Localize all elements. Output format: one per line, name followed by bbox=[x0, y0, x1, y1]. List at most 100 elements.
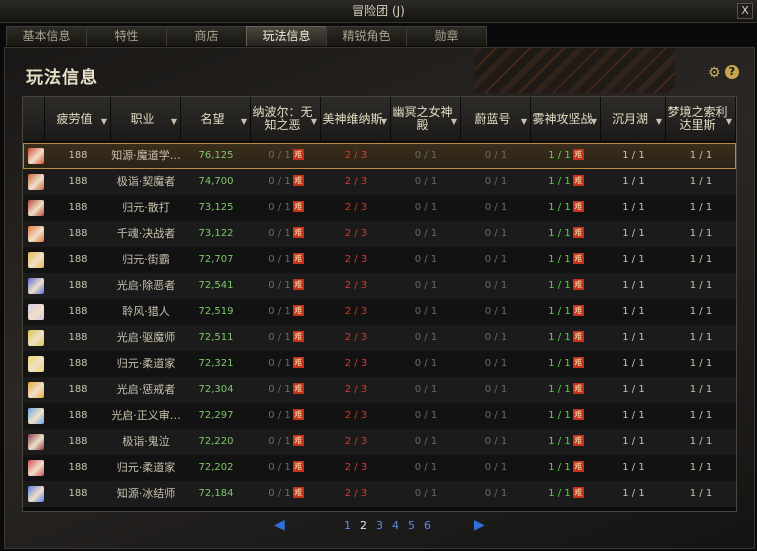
column-header-3[interactable]: 名望 ▼ bbox=[181, 97, 251, 141]
cell-fatigue-value: 188 bbox=[68, 410, 88, 421]
sort-arrow-icon[interactable]: ▼ bbox=[101, 115, 107, 128]
cell-dream-value: 1 / 1 bbox=[689, 358, 713, 369]
cell-venus-value: 2 / 3 bbox=[344, 228, 368, 239]
column-header-8[interactable]: 雾神攻坚战 ▼ bbox=[531, 97, 601, 141]
sort-arrow-icon[interactable]: ▼ bbox=[381, 115, 387, 128]
difficulty-badge-icon: 难 bbox=[572, 148, 584, 160]
cell-fame: 72,519 bbox=[181, 299, 251, 325]
table-row[interactable]: 188 知源·魔道学… 76,125 0 / 1难2 / 30 / 10 / 11 /… bbox=[23, 143, 736, 169]
tab-0[interactable]: 基本信息 bbox=[6, 26, 87, 46]
page-1-link[interactable]: 1 bbox=[344, 519, 351, 532]
cell-fatigue-value: 188 bbox=[68, 332, 88, 343]
window-title: 冒险团 (J) bbox=[352, 4, 405, 18]
cell-moonlake-value: 1 / 1 bbox=[622, 176, 645, 187]
cell-fatigue: 188 bbox=[45, 247, 111, 273]
column-header-4[interactable]: 纳波尔：无知之恶 ▼ bbox=[251, 97, 321, 141]
cell-fame: 73,122 bbox=[181, 221, 251, 247]
table-row[interactable]: 188 千魂·决战者 73,122 0 / 1难2 / 30 / 10 / 11 / … bbox=[23, 221, 736, 247]
help-icon[interactable]: ? bbox=[725, 65, 739, 79]
cell-naboer-value: 0 / 1 bbox=[268, 150, 291, 161]
cell-moonlake-value: 1 / 1 bbox=[622, 254, 645, 265]
tab-4[interactable]: 精锐角色 bbox=[326, 26, 407, 46]
cell-mist: 1 / 1难 bbox=[531, 221, 601, 247]
table-row[interactable]: 188 归元·散打 73,125 0 / 1难2 / 30 / 10 / 11 / 1… bbox=[23, 195, 736, 221]
cell-job-value: 归元·街霸 bbox=[122, 253, 170, 266]
gear-icon[interactable]: ⚙ bbox=[708, 66, 722, 80]
cell-venus-value: 2 / 3 bbox=[344, 436, 368, 447]
page-4-link[interactable]: 4 bbox=[392, 519, 399, 532]
sort-arrow-icon[interactable]: ▼ bbox=[521, 115, 527, 128]
cell-fame-value: 73,122 bbox=[198, 228, 234, 239]
cell-azure-value: 0 / 1 bbox=[484, 410, 508, 421]
cell-hades: 0 / 1 bbox=[391, 169, 461, 195]
page-2-link[interactable]: 2 bbox=[360, 519, 367, 532]
tab-1[interactable]: 特性 bbox=[86, 26, 167, 46]
table-row[interactable]: 188 归元·街霸 72,707 0 / 1难2 / 30 / 10 / 11 / 1… bbox=[23, 247, 736, 273]
difficulty-badge-icon: 难 bbox=[572, 382, 584, 394]
sort-arrow-icon[interactable]: ▼ bbox=[726, 115, 732, 128]
column-header-2[interactable]: 职业 ▼ bbox=[111, 97, 181, 141]
page-6-link[interactable]: 6 bbox=[424, 519, 431, 532]
cell-fatigue: 188 bbox=[45, 429, 111, 455]
column-header-6[interactable]: 幽冥之女神殿 ▼ bbox=[391, 97, 461, 141]
character-avatar-icon bbox=[28, 356, 44, 372]
table-row[interactable]: 188 聆风·猎人 72,519 0 / 1难2 / 30 / 10 / 11 / 1… bbox=[23, 299, 736, 325]
cell-azure: 0 / 1 bbox=[461, 299, 531, 325]
cell-dream: 1 / 1 bbox=[666, 377, 736, 403]
table-row[interactable]: 188 归元·柔道家 72,321 0 / 1难2 / 30 / 10 / 11 / … bbox=[23, 351, 736, 377]
cell-moonlake: 1 / 1 bbox=[601, 247, 666, 273]
difficulty-badge-icon: 难 bbox=[292, 382, 304, 394]
page-5-link[interactable]: 5 bbox=[408, 519, 415, 532]
cell-mist-value: 1 / 1 bbox=[548, 176, 571, 187]
column-header-9[interactable]: 沉月湖 ▼ bbox=[601, 97, 666, 141]
page-3-link[interactable]: 3 bbox=[376, 519, 383, 532]
table-row[interactable]: 188 极诣·鬼泣 72,220 0 / 1难2 / 30 / 10 / 11 / 1… bbox=[23, 429, 736, 455]
cell-job: 归元·街霸 bbox=[111, 247, 181, 273]
sort-arrow-icon[interactable]: ▼ bbox=[451, 115, 457, 128]
column-header-5[interactable]: 美神维纳斯 ▼ bbox=[321, 97, 391, 141]
difficulty-badge-icon: 难 bbox=[572, 278, 584, 290]
cell-mist-value: 1 / 1 bbox=[548, 384, 571, 395]
table-row[interactable]: 188 光启·除恶者 72,541 0 / 1难2 / 30 / 10 / 11 / … bbox=[23, 273, 736, 299]
close-button[interactable]: X bbox=[737, 3, 753, 19]
cell-moonlake-value: 1 / 1 bbox=[622, 332, 645, 343]
sort-arrow-icon[interactable]: ▼ bbox=[171, 115, 177, 128]
cell-venus: 2 / 3 bbox=[321, 351, 391, 377]
table-row[interactable]: 188 光启·驱魔师 72,511 0 / 1难2 / 30 / 10 / 11 / … bbox=[23, 325, 736, 351]
tab-5[interactable]: 勋章 bbox=[406, 26, 487, 46]
cell-mist: 1 / 1难 bbox=[531, 143, 601, 169]
cell-venus: 2 / 3 bbox=[321, 273, 391, 299]
sort-arrow-icon[interactable]: ▼ bbox=[591, 115, 597, 128]
column-header-1[interactable]: 疲劳值 ▼ bbox=[45, 97, 111, 141]
table-row[interactable]: 188 归元·柔道家 72,202 0 / 1难2 / 30 / 10 / 11 / … bbox=[23, 455, 736, 481]
cell-job-value: 聆风·猎人 bbox=[122, 305, 170, 318]
cell-venus-value: 2 / 3 bbox=[344, 202, 368, 213]
cell-mist-value: 1 / 1 bbox=[548, 254, 571, 265]
next-page-button[interactable]: ▶ bbox=[474, 518, 485, 532]
cell-fame: 72,321 bbox=[181, 351, 251, 377]
difficulty-badge-icon: 难 bbox=[292, 486, 304, 498]
difficulty-badge-icon: 难 bbox=[292, 460, 304, 472]
prev-page-button[interactable]: ◀ bbox=[274, 518, 285, 532]
cell-naboer: 0 / 1难 bbox=[251, 351, 321, 377]
table-row[interactable]: 188 知源·冰结师 72,184 0 / 1难2 / 30 / 10 / 11 / … bbox=[23, 481, 736, 507]
table-row[interactable]: 188 极诣·契魔者 74,700 0 / 1难2 / 30 / 10 / 11 / … bbox=[23, 169, 736, 195]
sort-arrow-icon[interactable]: ▼ bbox=[656, 115, 662, 128]
sort-arrow-icon[interactable]: ▼ bbox=[311, 115, 317, 128]
column-header-10[interactable]: 梦境之索利达里斯 ▼ bbox=[666, 97, 736, 141]
table-row[interactable]: 188 光启·正义审… 72,297 0 / 1难2 / 30 / 10 / 11 /… bbox=[23, 403, 736, 429]
cell-mist-value: 1 / 1 bbox=[548, 150, 571, 161]
tab-2[interactable]: 商店 bbox=[166, 26, 247, 46]
cell-venus-value: 2 / 3 bbox=[344, 358, 368, 369]
sort-arrow-icon[interactable]: ▼ bbox=[241, 115, 247, 128]
difficulty-badge-icon: 难 bbox=[572, 226, 584, 238]
character-avatar-icon bbox=[28, 330, 44, 346]
cell-dream: 1 / 1 bbox=[666, 143, 736, 169]
cell-job: 光启·除恶者 bbox=[111, 273, 181, 299]
column-header-7[interactable]: 蔚蓝号 ▼ bbox=[461, 97, 531, 141]
tab-3[interactable]: 玩法信息 bbox=[246, 26, 327, 46]
table-row[interactable]: 188 光启·惩戒者 72,304 0 / 1难2 / 30 / 10 / 11 / … bbox=[23, 377, 736, 403]
cell-fatigue: 188 bbox=[45, 325, 111, 351]
cell-naboer: 0 / 1难 bbox=[251, 481, 321, 507]
cell-moonlake-value: 1 / 1 bbox=[622, 358, 645, 369]
